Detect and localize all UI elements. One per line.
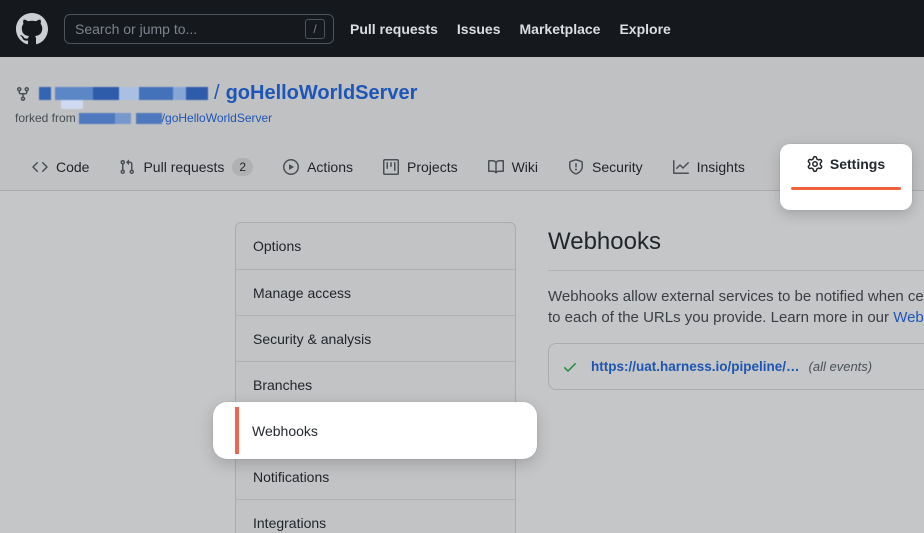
- sidebar-item-options[interactable]: Options: [236, 223, 515, 269]
- sidebar-item-integrations[interactable]: Integrations: [236, 499, 515, 533]
- tab-label: Code: [56, 159, 89, 175]
- slash-shortcut-key: /: [305, 19, 325, 39]
- tab-code[interactable]: Code: [32, 159, 89, 175]
- search-input[interactable]: Search or jump to... /: [64, 14, 334, 44]
- graph-icon: [673, 159, 689, 175]
- settings-sidebar: Options Manage access Security & analysi…: [235, 222, 516, 533]
- upstream-repo-link[interactable]: /goHelloWorldServer: [162, 111, 273, 125]
- book-icon: [488, 159, 504, 175]
- title-divider: [548, 270, 924, 271]
- webhooks-panel: Webhooks Webhooks allow external service…: [548, 222, 924, 533]
- repo-separator: /: [214, 82, 220, 105]
- tab-label: Wiki: [512, 159, 538, 175]
- webhooks-description: Webhooks allow external services to be n…: [548, 286, 924, 328]
- nav-issues[interactable]: Issues: [457, 21, 501, 37]
- repo-header: / goHelloWorldServer forked from /goHell…: [0, 57, 924, 143]
- webhook-url-link[interactable]: https://uat.harness.io/pipeline/…: [591, 359, 800, 374]
- tab-settings[interactable]: Settings: [780, 156, 912, 172]
- repo-title: / goHelloWorldServer: [15, 82, 417, 105]
- redacted-owner-name: [39, 87, 208, 101]
- sidebar-item-manage-access[interactable]: Manage access: [236, 269, 515, 315]
- pull-requests-count-badge: 2: [232, 158, 253, 176]
- forked-from-row: forked from /goHelloWorldServer: [15, 111, 272, 125]
- gear-icon: [807, 156, 823, 172]
- tab-label: Actions: [307, 159, 353, 175]
- tab-label: Insights: [697, 159, 745, 175]
- shield-icon: [568, 159, 584, 175]
- sidebar-item-label: Webhooks: [239, 423, 318, 439]
- search-placeholder: Search or jump to...: [75, 21, 305, 37]
- sidebar-item-notifications[interactable]: Notifications: [236, 453, 515, 499]
- webhooks-guide-link[interactable]: Webhooks: [893, 309, 924, 326]
- sidebar-item-webhooks-active[interactable]: Webhooks: [235, 407, 516, 454]
- project-icon: [383, 159, 399, 175]
- tab-label: Settings: [830, 156, 885, 172]
- play-icon: [283, 159, 299, 175]
- tab-wiki[interactable]: Wiki: [488, 159, 538, 175]
- forked-from-label: forked from: [15, 111, 76, 125]
- global-nav: Pull requests Issues Marketplace Explore: [350, 21, 671, 37]
- repo-forked-icon: [15, 86, 31, 102]
- check-icon: [562, 359, 578, 375]
- webhooks-item-spotlight: Webhooks: [213, 402, 537, 459]
- github-settings-page: Search or jump to... / Pull requests Iss…: [0, 0, 924, 533]
- settings-tab-spotlight: Settings: [780, 144, 912, 210]
- github-logo-icon[interactable]: [16, 13, 48, 45]
- repo-name-link[interactable]: goHelloWorldServer: [226, 82, 418, 105]
- description-line-2-text: to each of the URLs you provide. Learn m…: [548, 309, 893, 326]
- tab-actions[interactable]: Actions: [283, 159, 353, 175]
- nav-explore[interactable]: Explore: [619, 21, 670, 37]
- git-pull-request-icon: [119, 159, 135, 175]
- tab-label: Security: [592, 159, 643, 175]
- redacted-upstream-owner: [79, 113, 162, 124]
- selected-tab-underline: [791, 187, 901, 190]
- nav-pull-requests[interactable]: Pull requests: [350, 21, 438, 37]
- sidebar-item-branches[interactable]: Branches: [236, 361, 515, 407]
- code-icon: [32, 159, 48, 175]
- webhook-entry: https://uat.harness.io/pipeline/… (all e…: [548, 343, 924, 390]
- top-header: Search or jump to... / Pull requests Iss…: [0, 0, 924, 57]
- tab-insights[interactable]: Insights: [673, 159, 745, 175]
- tab-label: Projects: [407, 159, 458, 175]
- tab-pull-requests[interactable]: Pull requests 2: [119, 158, 253, 176]
- description-line-2: to each of the URLs you provide. Learn m…: [548, 307, 924, 328]
- tab-projects[interactable]: Projects: [383, 159, 458, 175]
- nav-marketplace[interactable]: Marketplace: [520, 21, 601, 37]
- webhook-events-label: (all events): [809, 359, 873, 374]
- tab-label: Pull requests: [143, 159, 224, 175]
- description-line-1: Webhooks allow external services to be n…: [548, 286, 924, 307]
- page-title: Webhooks: [548, 222, 924, 256]
- tab-security[interactable]: Security: [568, 159, 643, 175]
- sidebar-item-security-analysis[interactable]: Security & analysis: [236, 315, 515, 361]
